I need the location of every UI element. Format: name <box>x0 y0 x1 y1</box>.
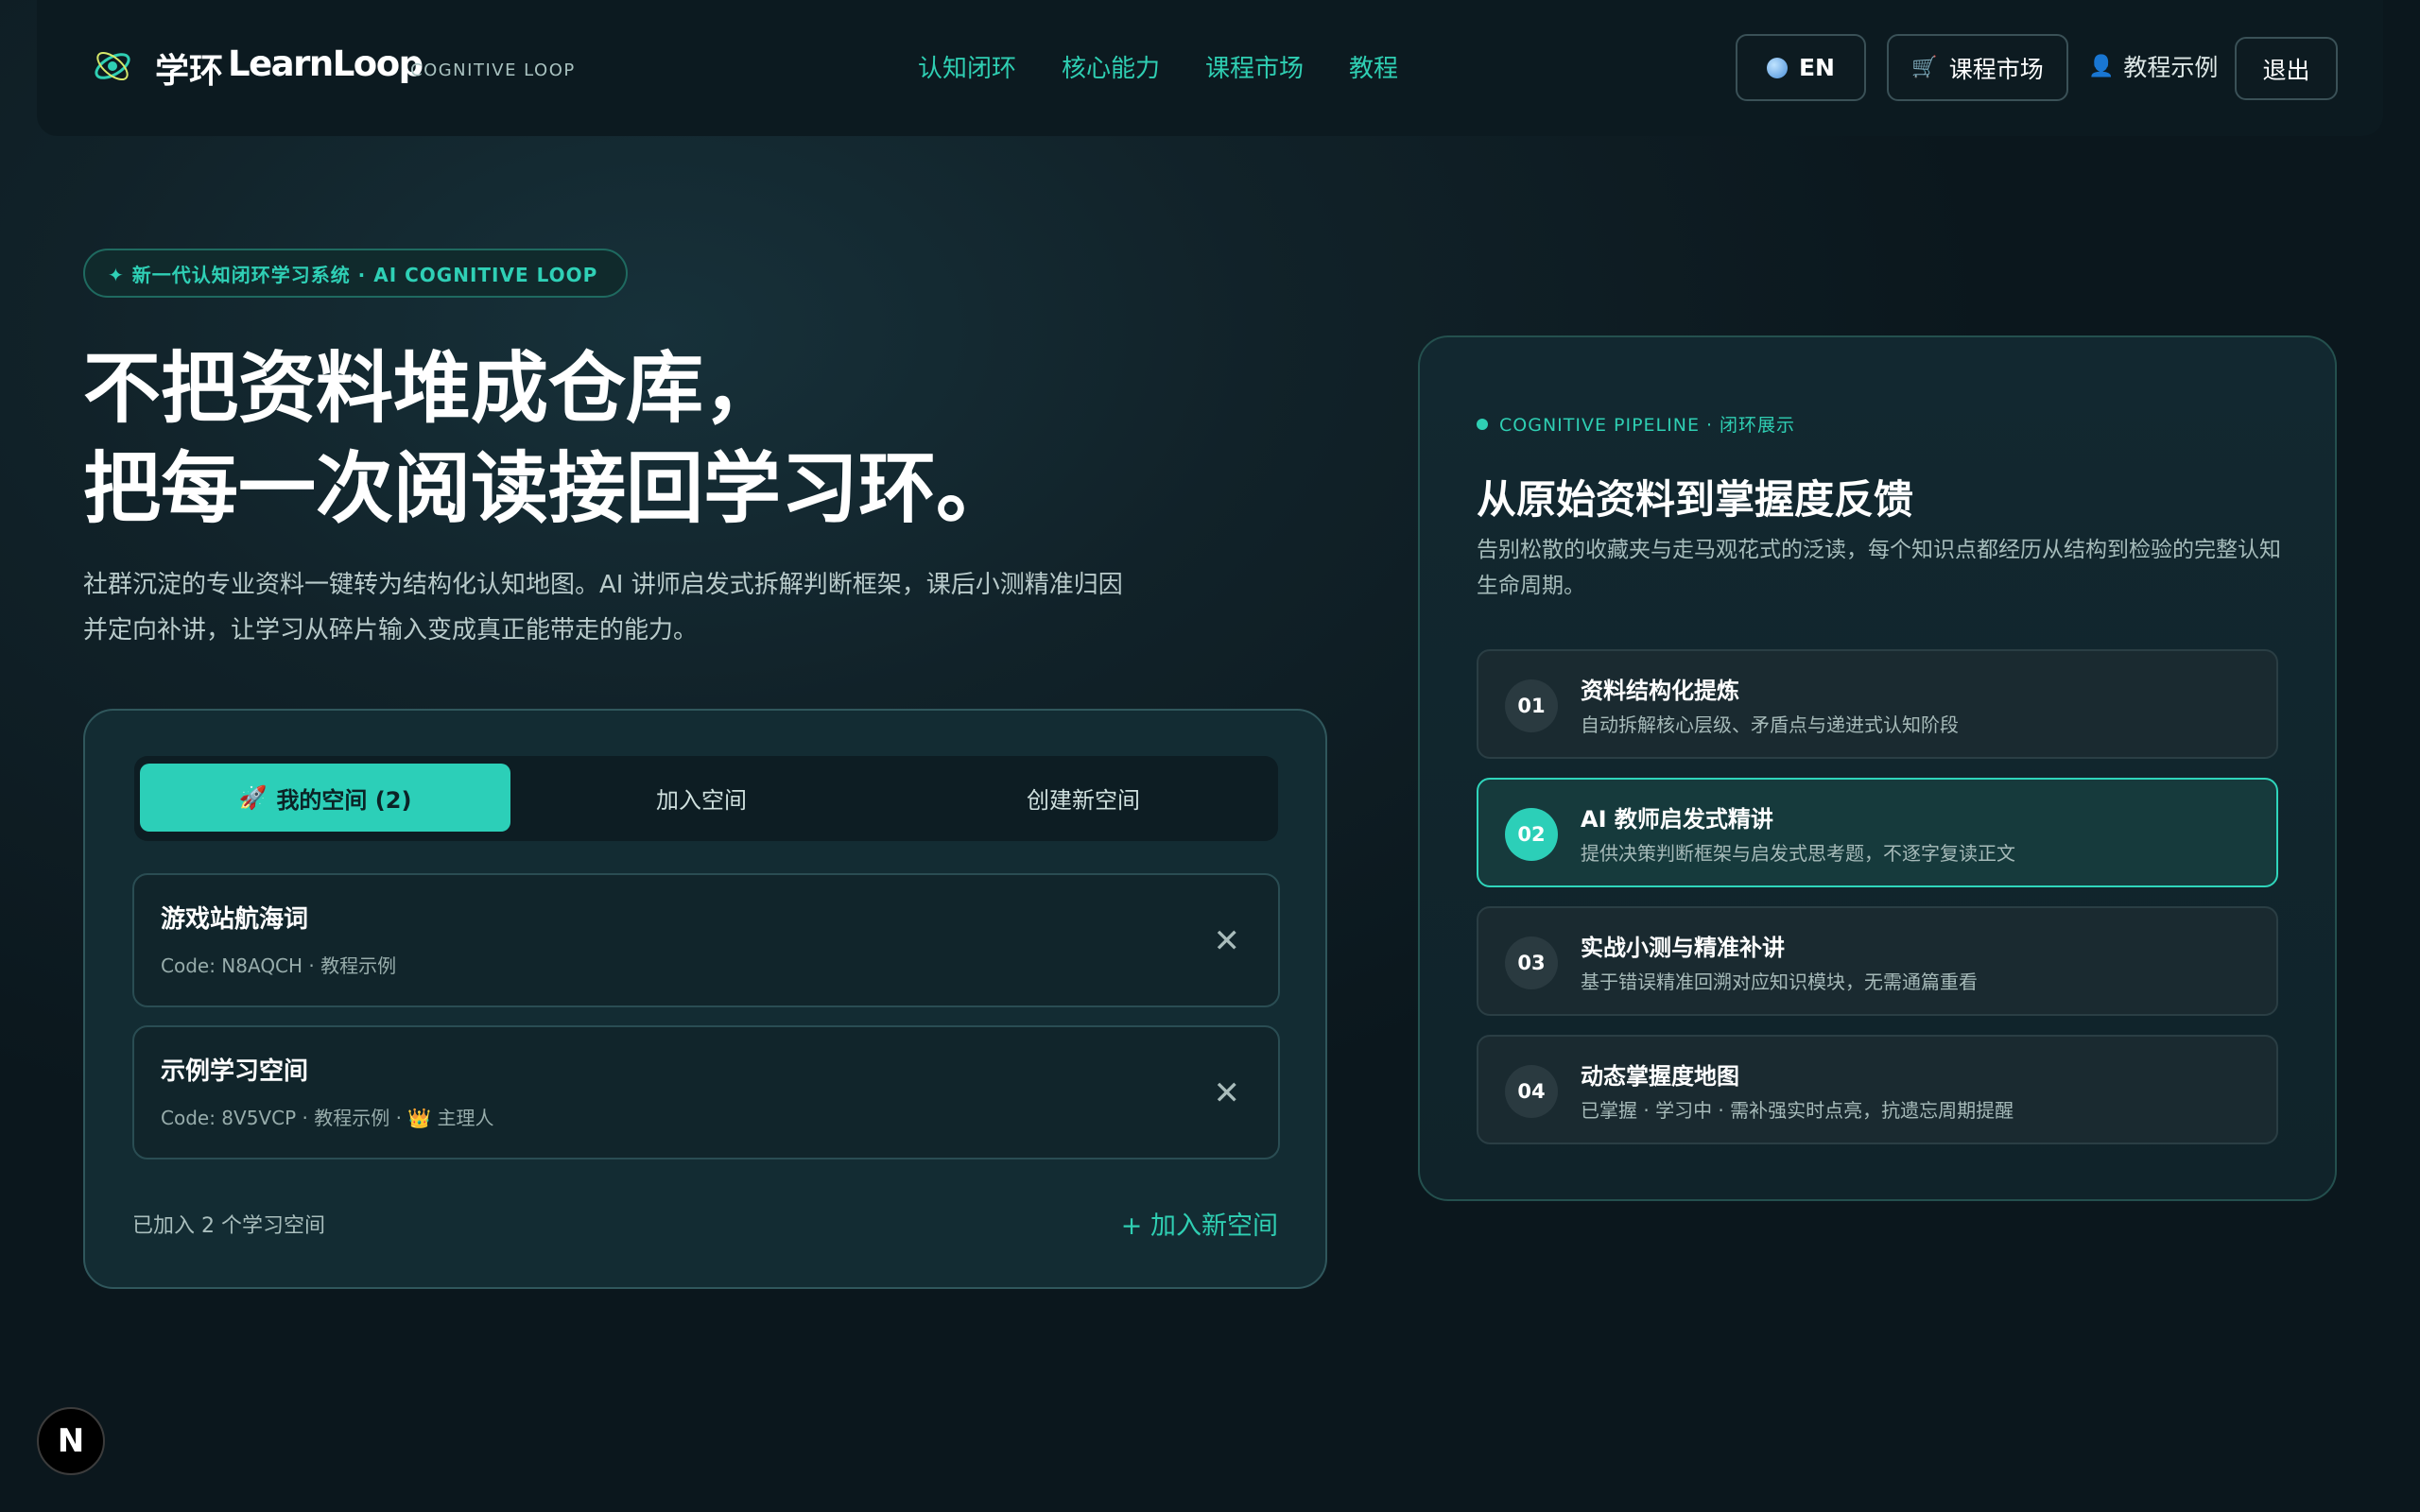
tab-join-space[interactable]: 加入空间 <box>510 764 892 832</box>
step-number: 02 <box>1505 808 1558 861</box>
step-title: 动态掌握度地图 <box>1581 1063 1739 1090</box>
owner-badge: 👑 主理人 <box>407 1107 494 1129</box>
close-icon[interactable]: ✕ <box>1214 922 1241 960</box>
joined-count: 已加入 2 个学习空间 <box>132 1214 325 1238</box>
brand-name-en[interactable]: LearnLoop <box>228 43 424 84</box>
spaces-panel: 🚀 我的空间 (2) 加入空间 创建新空间 游戏站航海词 Code: N8AQC… <box>83 709 1327 1289</box>
step-number: 01 <box>1505 679 1558 732</box>
main-nav: 认知闭环 核心能力 课程市场 教程 <box>918 49 1398 84</box>
logout-button[interactable]: 退出 <box>2235 37 2338 100</box>
pipeline-step[interactable]: 01 资料结构化提炼 自动拆解核心层级、矛盾点与递进式认知阶段 <box>1477 649 2278 759</box>
space-code: Code: 8V5VCP · 教程示例 · <box>161 1107 408 1129</box>
step-number: 04 <box>1505 1065 1558 1118</box>
nav-link-tutorial[interactable]: 教程 <box>1349 49 1398 84</box>
space-meta: Code: 8V5VCP · 教程示例 · 👑 主理人 <box>161 1103 494 1130</box>
close-icon[interactable]: ✕ <box>1214 1074 1241 1112</box>
brand-subtitle: COGNITIVE LOOP <box>410 60 576 80</box>
brand-name-cn[interactable]: 学环 <box>155 43 223 93</box>
hero-description: 社群沉淀的专业资料一键转为结构化认知地图。AI 讲师启发式拆解判断框架，课后小测… <box>83 571 1123 644</box>
cart-icon: 🛒 <box>1911 56 1938 79</box>
nav-link-course-market[interactable]: 课程市场 <box>1205 49 1304 84</box>
pipeline-panel: COGNITIVE PIPELINE · 闭环展示 从原始资料到掌握度反馈 告别… <box>1418 335 2337 1201</box>
space-name: 示例学习空间 <box>161 1057 309 1086</box>
nav-link-cognitive-loop[interactable]: 认知闭环 <box>918 49 1016 84</box>
pipeline-step-active[interactable]: 02 AI 教师启发式精讲 提供决策判断框架与启发式思考题，不逐字复读正文 <box>1477 778 2278 887</box>
language-label: EN <box>1798 54 1835 81</box>
hero-badge: ✦ 新一代认知闭环学习系统 · AI COGNITIVE LOOP <box>83 249 628 298</box>
globe-icon <box>1766 57 1788 78</box>
step-description: 自动拆解核心层级、矛盾点与递进式认知阶段 <box>1581 713 1959 736</box>
step-title: AI 教师启发式精讲 <box>1581 806 1773 833</box>
space-code: Code: N8AQCH · 教程示例 <box>161 954 397 977</box>
tutorial-demo-label: 教程示例 <box>2123 54 2219 81</box>
hero-title-line-2: 把每一次阅读接回学习环。 <box>83 443 1014 534</box>
top-header: 学环 LearnLoop COGNITIVE LOOP 认知闭环 核心能力 课程… <box>37 0 2383 136</box>
join-new-space-link[interactable]: + 加入新空间 <box>1121 1205 1278 1242</box>
step-description: 提供决策判断框架与启发式思考题，不逐字复读正文 <box>1581 842 2015 865</box>
user-icon: 👤 <box>2088 54 2115 78</box>
rocket-icon: 🚀 <box>238 784 268 811</box>
tab-my-spaces[interactable]: 🚀 我的空间 (2) <box>140 764 510 832</box>
tab-create-space[interactable]: 创建新空间 <box>892 764 1274 832</box>
pipeline-step[interactable]: 03 实战小测与精准补讲 基于错误精准回溯对应知识模块，无需通篇重看 <box>1477 906 2278 1016</box>
step-number: 03 <box>1505 936 1558 989</box>
course-market-label: 课程市场 <box>1948 55 2044 83</box>
pipeline-title: 从原始资料到掌握度反馈 <box>1477 476 1914 523</box>
spaces-tabs: 🚀 我的空间 (2) 加入空间 创建新空间 <box>134 756 1278 841</box>
status-dot-icon <box>1477 418 1488 430</box>
pipeline-description: 告别松散的收藏夹与走马观花式的泛读，每个知识点都经历从结构到检验的完整认知生命周… <box>1477 538 2281 598</box>
pipeline-step[interactable]: 04 动态掌握度地图 已掌握 · 学习中 · 需补强实时点亮，抗遗忘周期提醒 <box>1477 1035 2278 1144</box>
pipeline-label-text: COGNITIVE PIPELINE · 闭环展示 <box>1499 415 1796 436</box>
step-description: 基于错误精准回溯对应知识模块，无需通篇重看 <box>1581 971 1978 993</box>
space-card[interactable]: 游戏站航海词 Code: N8AQCH · 教程示例 ✕ <box>132 873 1280 1007</box>
language-button[interactable]: EN <box>1736 34 1866 101</box>
space-name: 游戏站航海词 <box>161 905 309 934</box>
hero-title: 不把资料堆成仓库， 把每一次阅读接回学习环。 <box>83 338 1013 539</box>
hero-title-line-1: 不把资料堆成仓库， <box>83 343 782 434</box>
space-meta: Code: N8AQCH · 教程示例 <box>161 951 396 978</box>
space-card[interactable]: 示例学习空间 Code: 8V5VCP · 教程示例 · 👑 主理人 ✕ <box>132 1025 1280 1160</box>
step-description: 已掌握 · 学习中 · 需补强实时点亮，抗遗忘周期提醒 <box>1581 1099 2014 1122</box>
course-market-button[interactable]: 🛒 课程市场 <box>1887 34 2068 101</box>
pipeline-label: COGNITIVE PIPELINE · 闭环展示 <box>1477 411 1795 437</box>
step-title: 实战小测与精准补讲 <box>1581 935 1785 961</box>
nav-link-core-abilities[interactable]: 核心能力 <box>1062 49 1160 84</box>
n-dev-badge[interactable]: N <box>37 1407 105 1475</box>
tab-my-spaces-label: 我的空间 (2) <box>276 786 412 814</box>
loop-logo-icon[interactable] <box>90 43 135 89</box>
tutorial-demo-link[interactable]: 👤 教程示例 <box>2088 49 2218 83</box>
step-title: 资料结构化提炼 <box>1581 678 1739 704</box>
